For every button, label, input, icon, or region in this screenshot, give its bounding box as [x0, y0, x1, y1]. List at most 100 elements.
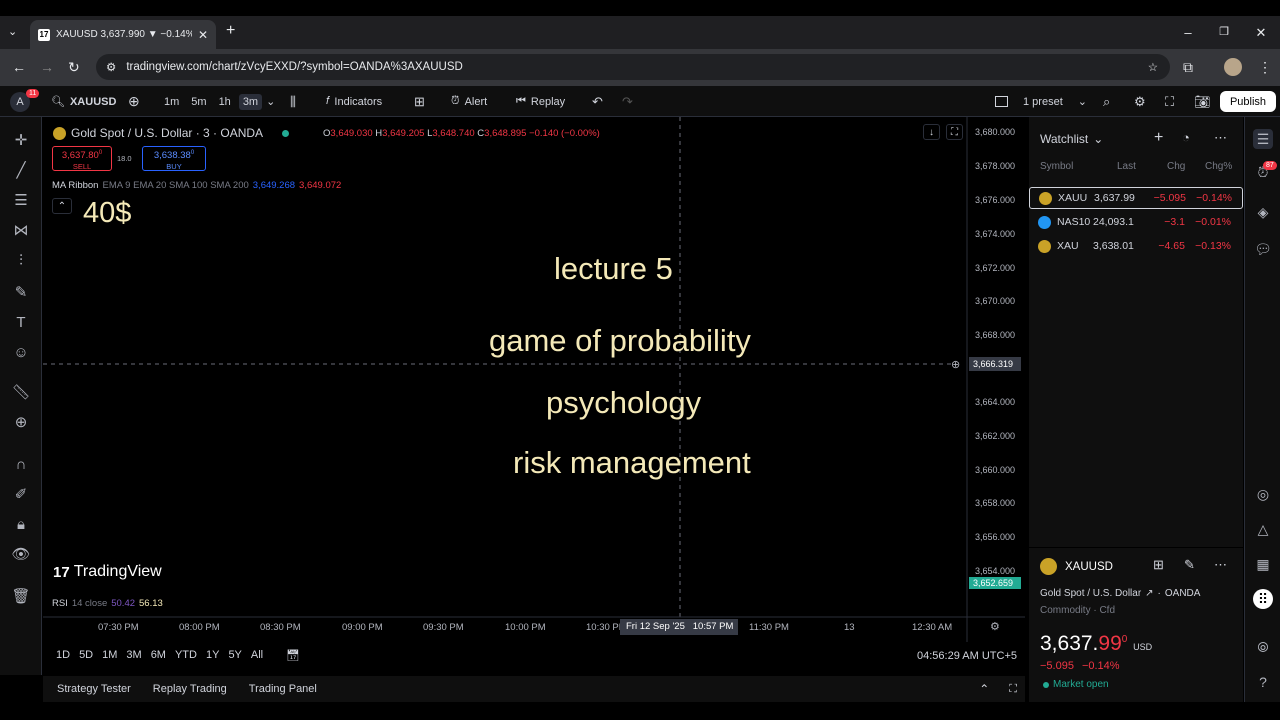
watchlist-row[interactable]: XAU 3,638.01 −4.65 −0.13%: [1029, 235, 1243, 257]
range-1d[interactable]: 1D: [56, 649, 70, 662]
compare-symbol-icon[interactable]: ⊕: [128, 86, 140, 117]
fib-retracement-icon[interactable]: ☰: [10, 189, 32, 211]
replay-button[interactable]: Replay: [531, 96, 565, 108]
restore-icon[interactable]: ❐: [1206, 16, 1242, 49]
collapse-panel-icon[interactable]: ⌃: [979, 682, 989, 696]
magnet-icon[interactable]: ∩: [10, 453, 32, 475]
zoom-in-icon[interactable]: ⊕: [10, 411, 32, 433]
snapshot-camera-icon[interactable]: 📷︎: [1194, 86, 1211, 117]
col-chgp[interactable]: Chg%: [1205, 161, 1232, 172]
timeframe-1h[interactable]: 1h: [215, 94, 235, 110]
extensions-icon[interactable]: ⧉: [1183, 59, 1193, 76]
timeframe-5m[interactable]: 5m: [187, 94, 210, 110]
sell-button[interactable]: 3,637.800 SELL: [52, 146, 112, 171]
preset-button[interactable]: 1 preset: [1023, 96, 1063, 108]
range-5y[interactable]: 5Y: [228, 649, 241, 662]
tab-trading-panel[interactable]: Trading Panel: [249, 683, 317, 695]
text-tool-icon[interactable]: T: [10, 311, 32, 333]
chat-icon[interactable]: 💬︎: [1253, 239, 1273, 259]
col-chg[interactable]: Chg: [1167, 161, 1185, 172]
range-6m[interactable]: 6M: [151, 649, 166, 662]
settings-gear-icon[interactable]: ⚙: [1134, 86, 1146, 117]
browser-tab[interactable]: 17 XAUUSD 3,637.990 ▼ −0.14% T ✕: [30, 20, 216, 49]
ideas-icon[interactable]: △: [1253, 519, 1273, 539]
watchlist-row[interactable]: XAUU 3,637.99 −5.095 −0.14%: [1029, 187, 1243, 209]
forward-icon[interactable]: →: [40, 59, 54, 75]
chart-pane[interactable]: Gold Spot / U.S. Dollar · 3 · OANDA O 3,6…: [43, 117, 1025, 642]
minimize-icon[interactable]: –: [1170, 16, 1206, 49]
pattern-icon[interactable]: ⋈: [10, 219, 32, 241]
timeframe-dropdown-icon[interactable]: ⌄: [266, 95, 275, 108]
details-more-icon[interactable]: ⋯: [1214, 557, 1227, 573]
trendline-icon[interactable]: ╱: [10, 159, 32, 181]
timeframe-1m[interactable]: 1m: [160, 94, 183, 110]
alert-button[interactable]: Alert: [465, 96, 488, 108]
close-tab-icon[interactable]: ✕: [198, 28, 208, 42]
tab-replay-trading[interactable]: Replay Trading: [153, 683, 227, 695]
bookmark-star-icon[interactable]: ☆: [1148, 60, 1158, 74]
chart-type-icon[interactable]: ⫼: [290, 86, 296, 117]
stay-in-drawing-mode-icon[interactable]: ✐: [10, 483, 32, 505]
buy-button[interactable]: 3,638.380 BUY: [142, 146, 206, 171]
broadcast-icon[interactable]: ⦾: [1253, 637, 1273, 657]
tradingview-logo[interactable]: 17 TradingView: [53, 563, 162, 581]
preset-dropdown-icon[interactable]: ⌄: [1078, 95, 1087, 108]
close-window-icon[interactable]: ✕: [1243, 16, 1279, 49]
tab-search-icon[interactable]: ⌄: [8, 25, 17, 38]
watchlist-row[interactable]: NAS10 24,093.1 −3.1 −0.01%: [1029, 211, 1243, 233]
calendar-icon[interactable]: ▦: [1253, 554, 1273, 574]
profile-avatar[interactable]: [1224, 58, 1242, 76]
lock-icon[interactable]: 🔒︎: [10, 513, 32, 535]
layout-select-icon[interactable]: [995, 96, 1008, 107]
layers-icon[interactable]: ◈: [1253, 202, 1273, 222]
hide-drawings-icon[interactable]: 👁︎: [10, 543, 32, 565]
timezone-clock[interactable]: 04:56:29 AM UTC+5: [917, 650, 1017, 662]
products-grid-icon[interactable]: ⠿: [1253, 589, 1273, 609]
brush-icon[interactable]: ✎: [10, 281, 32, 303]
url-field[interactable]: ⚙ tradingview.com/chart/zVcyEXXD/?symbol…: [96, 54, 1170, 80]
details-edit-icon[interactable]: ✎: [1184, 557, 1195, 573]
undo-icon[interactable]: ↶: [592, 86, 603, 117]
site-info-icon[interactable]: ⚙: [106, 60, 116, 74]
trash-icon[interactable]: 🗑︎: [10, 585, 32, 607]
back-icon[interactable]: ←: [12, 59, 26, 75]
collapse-legend-icon[interactable]: ⌃: [52, 198, 72, 214]
axis-settings-icon[interactable]: ⚙: [990, 620, 1000, 633]
tab-strategy-tester[interactable]: Strategy Tester: [57, 683, 131, 695]
details-symbol[interactable]: XAUUSD: [1040, 558, 1113, 575]
col-symbol[interactable]: Symbol: [1040, 161, 1073, 172]
add-alert-plus-icon[interactable]: ⊕: [951, 358, 960, 371]
symbol-button[interactable]: XAUUSD: [70, 96, 116, 108]
watchlist-title[interactable]: Watchlist ⌄: [1040, 132, 1103, 146]
layouts-icon[interactable]: ⊞: [414, 86, 425, 117]
advanced-view-icon[interactable]: ◔: [1182, 130, 1190, 145]
redo-icon[interactable]: ↷: [622, 86, 633, 117]
publish-button[interactable]: Publish: [1220, 91, 1276, 112]
new-tab-icon[interactable]: +: [226, 22, 235, 40]
ma-ribbon-legend[interactable]: MA Ribbon EMA 9 EMA 20 SMA 100 SMA 200 3…: [52, 180, 341, 191]
watchlist-icon[interactable]: ☰: [1253, 129, 1273, 149]
timeframe-3m[interactable]: 3m: [238, 93, 263, 110]
help-icon[interactable]: ?: [1253, 672, 1273, 692]
details-grid-icon[interactable]: ⊞: [1153, 557, 1164, 573]
crosshair-icon[interactable]: ✛: [10, 129, 32, 151]
symbol-legend[interactable]: Gold Spot / U.S. Dollar · 3 · OANDA: [53, 126, 290, 140]
maximize-pane-icon[interactable]: ⛶: [946, 124, 963, 140]
ruler-icon[interactable]: 📏︎: [10, 381, 32, 403]
scroll-to-realtime-icon[interactable]: ↓: [923, 124, 940, 140]
range-all[interactable]: All: [251, 649, 263, 662]
add-symbol-icon[interactable]: +: [1154, 129, 1163, 147]
range-5d[interactable]: 5D: [79, 649, 93, 662]
maximize-panel-icon[interactable]: ⛶: [1009, 683, 1017, 696]
range-ytd[interactable]: YTD: [175, 649, 197, 662]
rsi-legend[interactable]: RSI 14 close 50.42 56.13: [52, 598, 163, 609]
symbol-search-icon[interactable]: 🔍︎: [51, 95, 65, 108]
target-icon[interactable]: ◎: [1253, 484, 1273, 504]
fullscreen-icon[interactable]: ⛶: [1165, 86, 1174, 117]
quick-search-icon[interactable]: ⌕: [1103, 86, 1110, 117]
range-1m[interactable]: 1M: [102, 649, 117, 662]
emoji-icon[interactable]: ☺: [10, 341, 32, 363]
col-last[interactable]: Last: [1117, 161, 1136, 172]
watchlist-more-icon[interactable]: ⋯: [1214, 130, 1227, 146]
browser-menu-icon[interactable]: ⋮: [1258, 59, 1272, 76]
